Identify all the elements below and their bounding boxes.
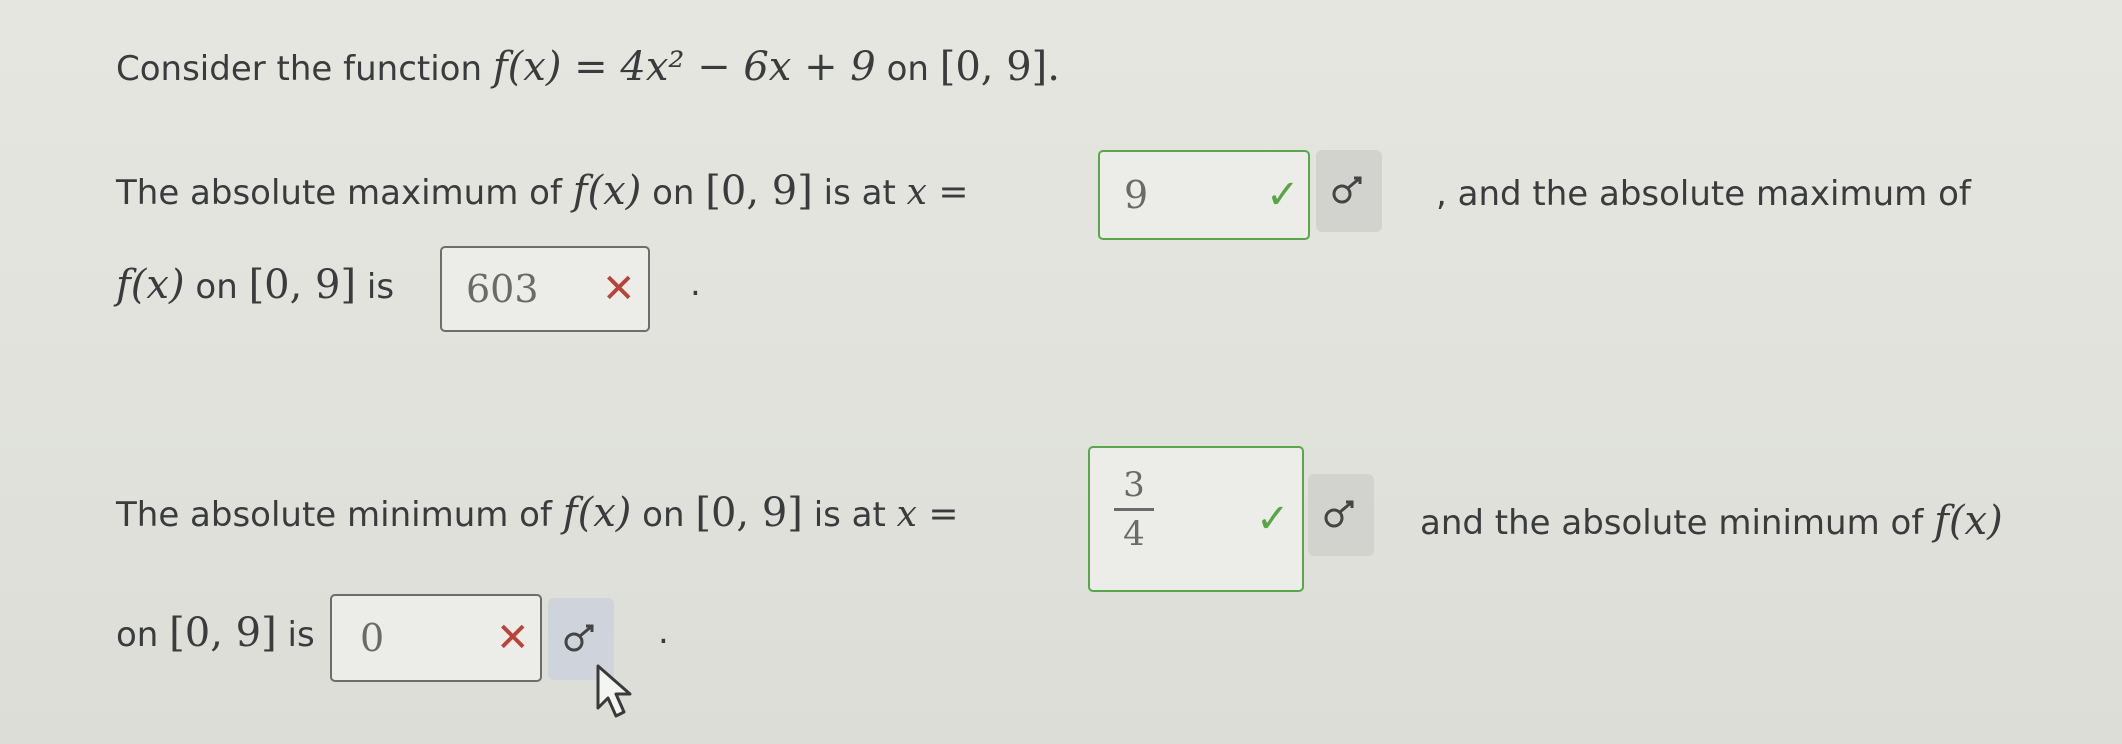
min-x-answer-field[interactable]: 3 4 ✓ — [1088, 446, 1304, 592]
intro-on: on — [886, 49, 929, 89]
function-symbol-icon — [564, 624, 594, 652]
max-x-fx: f(x) — [572, 168, 642, 214]
max-x-prefix: The absolute maximum of — [116, 173, 562, 213]
intro-prefix: Consider the function — [116, 49, 483, 89]
min-x-math-editor-button[interactable] — [1308, 474, 1374, 556]
arrow-cursor-icon — [596, 664, 632, 718]
min-x-denominator: 4 — [1123, 514, 1145, 554]
min-x-is-at: is at — [813, 495, 886, 535]
max-value-line: f(x) on [0, 9] is — [116, 262, 394, 308]
min-x-prefix: The absolute minimum of — [116, 495, 552, 535]
min-value-is: is — [287, 615, 315, 655]
max-x-answer-field[interactable]: 9 ✓ — [1098, 150, 1310, 240]
max-x-interval: [0, 9] — [705, 168, 813, 214]
intro-line: Consider the function f(x) = 4x² − 6x + … — [116, 44, 1060, 90]
min-x-suffix: and the absolute minimum of — [1420, 503, 1924, 543]
max-x-math-editor-button[interactable] — [1316, 150, 1382, 232]
max-x-var: x = — [906, 172, 969, 213]
check-icon: ✓ — [1256, 496, 1290, 542]
min-x-numerator: 3 — [1123, 465, 1145, 505]
min-x-var: x = — [896, 494, 959, 535]
min-x-line: The absolute minimum of f(x) on [0, 9] i… — [116, 490, 959, 536]
intro-interval: [0, 9]. — [939, 44, 1061, 90]
min-value-answer-value: 0 — [360, 616, 385, 660]
function-symbol-icon — [1324, 500, 1354, 528]
min-value-on: on — [116, 615, 159, 655]
max-value-interval: [0, 9] — [248, 262, 357, 308]
check-icon: ✓ — [1266, 172, 1300, 218]
max-value-answer-field[interactable]: 603 ✕ — [440, 246, 650, 332]
min-x-interval: [0, 9] — [695, 490, 803, 536]
max-x-suffix: , and the absolute maximum of — [1436, 174, 1971, 214]
max-value-is: is — [366, 267, 395, 307]
min-x-fx: f(x) — [562, 490, 632, 536]
function-expression: f(x) = 4x² − 6x + 9 — [492, 44, 876, 90]
max-x-is-at: is at — [823, 173, 896, 213]
x-mark-icon: ✕ — [602, 266, 636, 312]
max-value-on: on — [195, 267, 238, 307]
min-value-line: on [0, 9] is — [116, 610, 315, 656]
max-value-fx: f(x) — [116, 262, 185, 308]
max-x-line: The absolute maximum of f(x) on [0, 9] i… — [116, 168, 969, 214]
min-value-suffix: . — [658, 612, 669, 652]
max-x-answer-value: 9 — [1124, 173, 1149, 217]
min-x-suffix-line: and the absolute minimum of f(x) — [1420, 498, 2003, 544]
x-mark-icon: ✕ — [496, 615, 530, 661]
min-x-answer-fraction: 3 4 — [1114, 468, 1154, 551]
function-symbol-icon — [1332, 176, 1362, 204]
max-x-on: on — [652, 173, 695, 213]
min-x-suffix-fx: f(x) — [1934, 498, 2003, 544]
min-value-answer-field[interactable]: 0 ✕ — [330, 594, 542, 682]
min-value-interval: [0, 9] — [169, 610, 277, 656]
max-value-answer-value: 603 — [466, 267, 539, 311]
min-x-on: on — [642, 495, 685, 535]
fraction-bar — [1114, 508, 1154, 511]
max-value-suffix: . — [690, 264, 701, 304]
